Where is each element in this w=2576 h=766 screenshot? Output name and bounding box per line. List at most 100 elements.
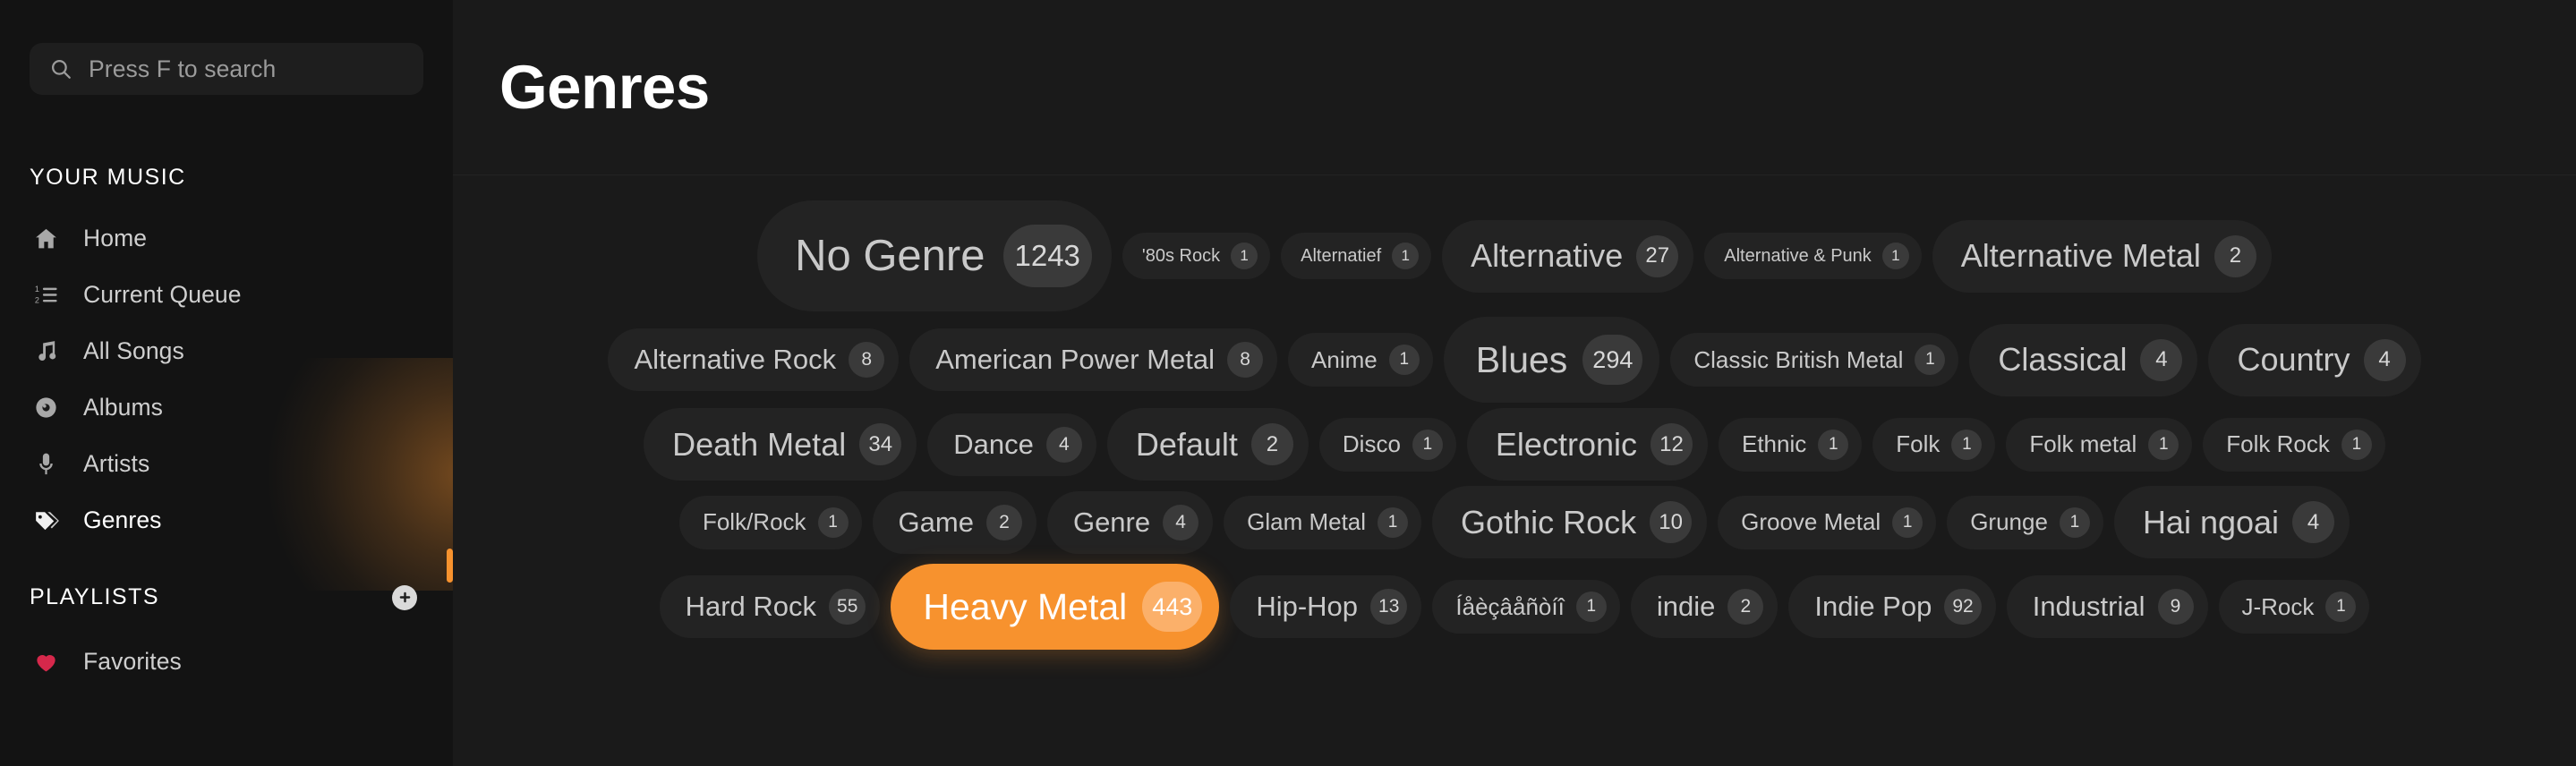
sidebar-scrollbar-thumb[interactable] [447, 549, 453, 583]
sidebar-item-all-songs[interactable]: All Songs [0, 323, 453, 379]
app-root: YOUR MUSIC Home 1 2 [0, 0, 2576, 766]
genre-chip[interactable]: Genre 4 [1046, 490, 1214, 554]
genre-chip[interactable]: Country 4 [2208, 323, 2421, 396]
sidebar-item-label: Favorites [83, 648, 182, 675]
genre-chip[interactable]: J-Rock 1 [2218, 580, 2370, 634]
genre-chip[interactable]: Alternative Metal 2 [1932, 219, 2272, 293]
queue-list-icon: 1 2 [32, 281, 60, 309]
genre-chip-label: Folk/Rock [702, 508, 806, 535]
genre-chip-count: 1 [2148, 429, 2179, 460]
sidebar-item-label: Genres [83, 506, 162, 533]
genre-chip[interactable]: Folk Rock 1 [2203, 417, 2385, 472]
genre-chip[interactable]: Alternative 27 [1442, 219, 1694, 293]
search-box[interactable] [30, 43, 423, 95]
primary-nav: Home 1 2 Current Queue All Songs Albums … [0, 210, 453, 549]
genre-chip[interactable]: Folk metal 1 [2006, 417, 2193, 472]
page-title: Genres [499, 53, 710, 122]
sidebar-item-genres[interactable]: Genres [0, 492, 453, 549]
add-playlist-button[interactable] [392, 584, 417, 610]
sidebar-item-label: Home [83, 225, 148, 251]
genre-chip[interactable]: Dance 4 [927, 413, 1096, 476]
genre-chip-count: 1 [1412, 429, 1443, 460]
genre-chip-label: Hip-Hop [1256, 591, 1359, 622]
genre-chip[interactable]: Electronic 12 [1466, 408, 1708, 481]
genre-chip[interactable]: Hip-Hop 13 [1230, 575, 1422, 638]
genre-chip[interactable]: Alternative & Punk 1 [1704, 233, 1922, 279]
genre-chip-label: Classic British Metal [1693, 345, 1904, 373]
genre-chip[interactable]: Gothic Rock 10 [1432, 486, 1708, 558]
genre-chip-label: Hai ngoai [2142, 503, 2280, 540]
genre-chip[interactable]: Indie Pop 92 [1788, 575, 1996, 638]
genre-chip-label: Indie Pop [1814, 591, 1932, 622]
sidebar-item-label: Albums [83, 394, 163, 421]
search-icon [49, 57, 73, 81]
genre-chip[interactable]: '80s Rock 1 [1122, 233, 1271, 279]
genre-chip[interactable]: Death Metal 34 [644, 408, 917, 481]
genre-chip-label: Electronic [1495, 425, 1637, 463]
genre-chip-count: 294 [1582, 335, 1643, 385]
genre-chip-count: 12 [1650, 423, 1693, 465]
genre-chip-label: Grunge [1970, 508, 2048, 535]
genre-chip-count: 443 [1142, 582, 1203, 632]
main-header: Genres [453, 0, 2576, 175]
genre-chip-count: 1 [1575, 592, 1607, 622]
genre-chip[interactable]: Íåèçâåñòíî 1 [1432, 580, 1620, 634]
sidebar-item-current-queue[interactable]: 1 2 Current Queue [0, 267, 453, 323]
genre-chip-label: Groove Metal [1741, 508, 1881, 535]
genre-chip[interactable]: indie 2 [1630, 575, 1778, 638]
genre-chip[interactable]: Classical 4 [1969, 323, 2198, 396]
genre-chip-label: Disco [1342, 430, 1401, 457]
genre-chip-count: 1 [817, 506, 849, 538]
genre-chip[interactable]: No Genre 1243 [757, 200, 1112, 311]
genre-chip[interactable]: Disco 1 [1318, 417, 1456, 472]
genre-chip[interactable]: Alternatief 1 [1281, 233, 1432, 279]
genre-chip-label: '80s Rock [1141, 245, 1221, 266]
genre-chip-label: Alternatief [1301, 245, 1382, 266]
genre-chip[interactable]: Alternative Rock 8 [608, 328, 900, 391]
genre-chip-label: Íåèçâåñòíî [1455, 592, 1565, 620]
genre-chip-label: Anime [1311, 345, 1378, 373]
genre-chip-count: 92 [1944, 589, 1982, 625]
sidebar-item-favorites[interactable]: Favorites [0, 634, 453, 690]
genre-chip[interactable]: Heavy Metal 443 [891, 564, 1220, 650]
genre-chip[interactable]: Ethnic 1 [1718, 417, 1863, 472]
genre-chip-count: 55 [829, 589, 866, 625]
genre-chip-label: Blues [1475, 338, 1568, 380]
genre-chip-label: No Genre [795, 232, 985, 280]
genre-chip-count: 34 [859, 423, 902, 465]
sidebar-item-artists[interactable]: Artists [0, 436, 453, 492]
genre-chip-count: 4 [1045, 426, 1082, 463]
genre-chip-label: Dance [953, 428, 1034, 460]
genre-chip[interactable]: Folk 1 [1872, 417, 1996, 472]
genre-chip[interactable]: Game 2 [872, 490, 1036, 554]
genre-chip-row: Alternative Rock 8 American Power Metal 8 An… [489, 317, 2540, 403]
genre-chip[interactable]: Default 2 [1106, 408, 1309, 481]
genre-chip[interactable]: Folk/Rock 1 [678, 495, 862, 549]
genre-chip[interactable]: Glam Metal 1 [1224, 495, 1422, 549]
search-input[interactable] [89, 55, 404, 83]
main-content: Genres No Genre 1243'80s Rock 1 Alternatief… [453, 0, 2576, 766]
playlists-section-header: PLAYLISTS [0, 584, 453, 610]
genre-chip-label: Heavy Metal [923, 585, 1128, 627]
genre-chip[interactable]: Classic British Metal 1 [1670, 333, 1959, 387]
genre-chip-label: J-Rock [2241, 592, 2315, 620]
genre-chip[interactable]: Anime 1 [1288, 333, 1433, 387]
genre-chip-count: 1 [2325, 592, 2357, 622]
genre-chip-count: 10 [1650, 501, 1693, 543]
genre-chip[interactable]: Hard Rock 55 [659, 575, 881, 638]
genre-chip[interactable]: Industrial 9 [2006, 575, 2208, 638]
genre-chip-count: 8 [849, 342, 885, 378]
sidebar-item-albums[interactable]: Albums [0, 379, 453, 436]
genre-chip-label: Alternative [1471, 237, 1624, 274]
sidebar: YOUR MUSIC Home 1 2 [0, 0, 453, 766]
genre-chip-count: 1 [1881, 243, 1909, 269]
genre-chip[interactable]: Groove Metal 1 [1718, 495, 1937, 549]
genre-chip-count: 1 [2341, 429, 2372, 460]
genre-chip[interactable]: Hai ngoai 4 [2113, 486, 2350, 558]
genre-chip[interactable]: Grunge 1 [1947, 495, 2103, 549]
genre-chip[interactable]: Blues 294 [1443, 317, 1660, 403]
sidebar-item-home[interactable]: Home [0, 210, 453, 267]
genre-chip-count: 1 [1892, 506, 1923, 538]
genre-chip[interactable]: American Power Metal 8 [909, 328, 1278, 391]
genre-chip-count: 2 [1727, 589, 1764, 625]
